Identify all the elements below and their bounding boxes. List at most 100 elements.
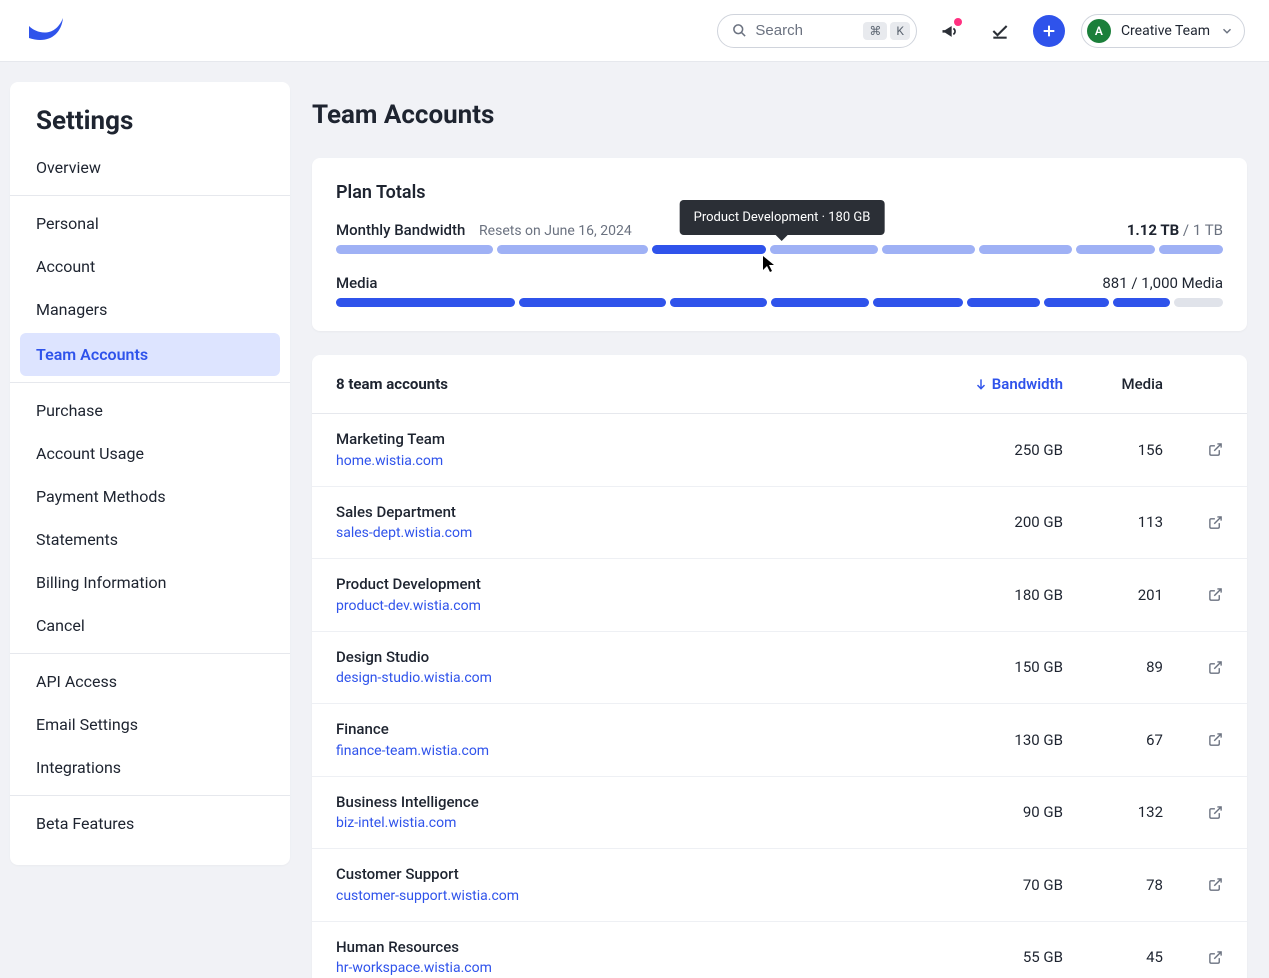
media-segment[interactable] — [771, 298, 869, 307]
row-account-url[interactable]: finance-team.wistia.com — [336, 741, 963, 762]
row-account-url[interactable]: hr-workspace.wistia.com — [336, 958, 963, 978]
row-bandwidth-value: 180 GB — [963, 586, 1063, 604]
app-logo[interactable] — [24, 11, 68, 51]
bandwidth-segment[interactable] — [770, 245, 877, 254]
sidebar-item-overview[interactable]: Overview — [10, 146, 290, 189]
bandwidth-segment[interactable] — [497, 245, 647, 254]
main-content: Team Accounts Plan Totals Monthly Bandwi… — [290, 62, 1269, 978]
external-link-icon — [1208, 587, 1223, 602]
row-media-value: 45 — [1103, 948, 1163, 966]
sidebar-item-billing-information[interactable]: Billing Information — [10, 561, 290, 604]
external-link-icon — [1208, 732, 1223, 747]
open-account-button[interactable] — [1203, 950, 1223, 965]
open-account-button[interactable] — [1203, 660, 1223, 675]
open-account-button[interactable] — [1203, 805, 1223, 820]
media-segment[interactable] — [873, 298, 963, 307]
bandwidth-segment[interactable] — [336, 245, 493, 254]
row-media-value: 132 — [1103, 803, 1163, 821]
team-avatar: A — [1087, 19, 1111, 43]
sidebar-item-team-accounts[interactable]: Team Accounts — [20, 333, 280, 376]
row-media-value: 201 — [1103, 586, 1163, 604]
chevron-down-icon — [1220, 24, 1234, 38]
row-bandwidth-value: 200 GB — [963, 513, 1063, 531]
tasks-button[interactable] — [983, 14, 1017, 48]
row-media-value: 78 — [1103, 876, 1163, 894]
bandwidth-segment-tooltip: Product Development · 180 GB — [680, 200, 885, 235]
media-segment[interactable] — [967, 298, 1040, 307]
create-button[interactable] — [1033, 15, 1065, 47]
notifications-button[interactable] — [933, 14, 967, 48]
sidebar-title: Settings — [10, 106, 290, 146]
table-row: Human Resources hr-workspace.wistia.com … — [312, 922, 1247, 978]
external-link-icon — [1208, 805, 1223, 820]
row-media-value: 89 — [1103, 658, 1163, 676]
sidebar-item-api-access[interactable]: API Access — [10, 660, 290, 703]
row-account-url[interactable]: sales-dept.wistia.com — [336, 523, 963, 544]
table-row: Marketing Team home.wistia.com 250 GB 15… — [312, 414, 1247, 487]
table-row: Finance finance-team.wistia.com 130 GB 6… — [312, 704, 1247, 777]
bandwidth-segment[interactable] — [979, 245, 1072, 254]
open-account-button[interactable] — [1203, 515, 1223, 530]
sidebar-item-integrations[interactable]: Integrations — [10, 746, 290, 789]
plus-icon — [1041, 23, 1057, 39]
row-account-url[interactable]: home.wistia.com — [336, 451, 963, 472]
row-account-url[interactable]: product-dev.wistia.com — [336, 596, 963, 617]
column-header-bandwidth[interactable]: Bandwidth — [963, 375, 1063, 393]
bandwidth-label: Monthly Bandwidth — [336, 221, 465, 239]
sidebar-item-personal[interactable]: Personal — [10, 202, 290, 245]
team-accounts-table: 8 team accounts Bandwidth Media Marketin… — [312, 355, 1247, 978]
media-segment[interactable] — [336, 298, 515, 307]
sidebar-item-account-usage[interactable]: Account Usage — [10, 432, 290, 475]
row-bandwidth-value: 70 GB — [963, 876, 1063, 894]
row-account-url[interactable]: customer-support.wistia.com — [336, 886, 963, 907]
media-bar[interactable] — [336, 298, 1223, 307]
page-title: Team Accounts — [312, 100, 1247, 130]
search-input[interactable] — [755, 22, 855, 39]
sidebar-item-managers[interactable]: Managers — [10, 288, 290, 331]
sidebar-item-payment-methods[interactable]: Payment Methods — [10, 475, 290, 518]
row-account-name: Customer Support — [336, 863, 963, 886]
table-row: Customer Support customer-support.wistia… — [312, 849, 1247, 922]
sidebar-item-account[interactable]: Account — [10, 245, 290, 288]
sidebar-item-purchase[interactable]: Purchase — [10, 389, 290, 432]
row-account-name: Design Studio — [336, 646, 963, 669]
sidebar-item-statements[interactable]: Statements — [10, 518, 290, 561]
row-account-name: Human Resources — [336, 936, 963, 959]
open-account-button[interactable] — [1203, 442, 1223, 457]
media-label: Media — [336, 274, 378, 292]
media-usage-value: 881 / 1,000 Media — [1102, 274, 1223, 292]
open-account-button[interactable] — [1203, 877, 1223, 892]
media-segment[interactable] — [1174, 298, 1223, 307]
media-segment[interactable] — [519, 298, 666, 307]
bandwidth-segment[interactable] — [652, 245, 767, 254]
open-account-button[interactable] — [1203, 732, 1223, 747]
bandwidth-segment[interactable] — [1076, 245, 1155, 254]
media-segment[interactable] — [670, 298, 768, 307]
bandwidth-segment[interactable] — [1159, 245, 1223, 254]
media-segment[interactable] — [1044, 298, 1109, 307]
table-count-label: 8 team accounts — [336, 375, 448, 393]
table-row: Business Intelligence biz-intel.wistia.c… — [312, 777, 1247, 850]
search-icon — [732, 23, 747, 38]
bandwidth-bar[interactable] — [336, 245, 1223, 254]
media-segment[interactable] — [1113, 298, 1170, 307]
table-header: 8 team accounts Bandwidth Media — [312, 355, 1247, 414]
search-box[interactable]: ⌘ K — [717, 14, 917, 48]
sidebar-item-email-settings[interactable]: Email Settings — [10, 703, 290, 746]
column-header-media[interactable]: Media — [1103, 375, 1163, 393]
external-link-icon — [1208, 515, 1223, 530]
sidebar-item-beta-features[interactable]: Beta Features — [10, 802, 290, 845]
external-link-icon — [1208, 950, 1223, 965]
team-switcher[interactable]: A Creative Team — [1081, 14, 1245, 48]
row-account-name: Finance — [336, 718, 963, 741]
row-account-url[interactable]: biz-intel.wistia.com — [336, 813, 963, 834]
row-account-name: Product Development — [336, 573, 963, 596]
table-row: Product Development product-dev.wistia.c… — [312, 559, 1247, 632]
open-account-button[interactable] — [1203, 587, 1223, 602]
sidebar-item-cancel[interactable]: Cancel — [10, 604, 290, 647]
bandwidth-segment[interactable] — [882, 245, 975, 254]
table-row: Sales Department sales-dept.wistia.com 2… — [312, 487, 1247, 560]
arrow-down-icon — [974, 377, 988, 391]
row-account-url[interactable]: design-studio.wistia.com — [336, 668, 963, 689]
row-account-name: Business Intelligence — [336, 791, 963, 814]
